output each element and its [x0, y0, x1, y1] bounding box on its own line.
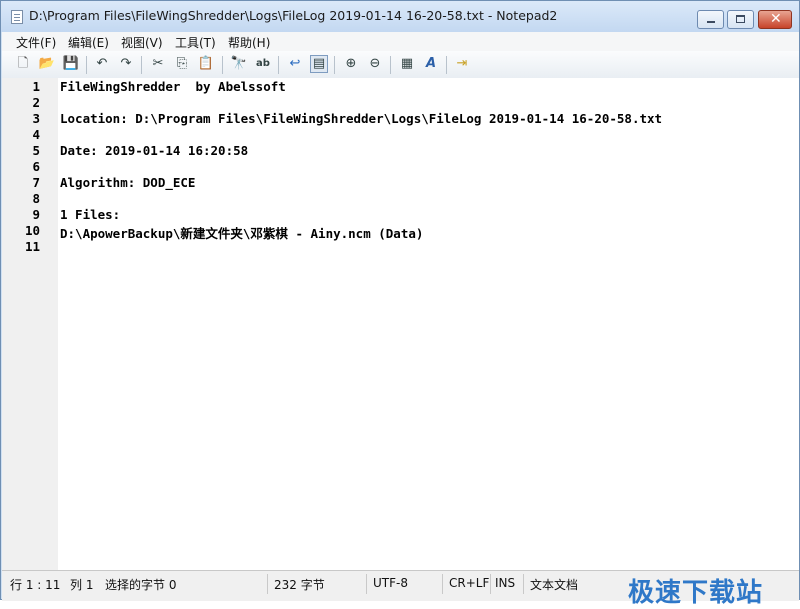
line-number: 9 [32, 207, 40, 222]
line-number: 1 [32, 79, 40, 94]
copy-icon[interactable]: ⎘ [173, 55, 191, 73]
view-options-icon[interactable]: ▤ [310, 55, 328, 73]
undo-icon[interactable]: ↶ [93, 55, 111, 73]
toolbar-separator [446, 56, 447, 74]
line-number: 5 [32, 143, 40, 158]
line-number: 6 [32, 159, 40, 174]
window-title: D:\Program Files\FileWingShredder\Logs\F… [29, 8, 558, 23]
status-separator [442, 574, 443, 594]
title-bar: D:\Program Files\FileWingShredder\Logs\F… [1, 1, 799, 32]
menu-edit[interactable]: 编辑(E) [68, 34, 109, 51]
line-number: 8 [32, 191, 40, 206]
line-text[interactable]: D:\ApowerBackup\新建文件夹\邓紫棋 - Ainy.ncm (Da… [60, 223, 423, 242]
status-separator [490, 574, 491, 594]
minimize-icon [707, 21, 715, 23]
paste-icon[interactable]: 📋 [197, 55, 215, 73]
text-editor[interactable]: 1 FileWingShredder by Abelssoft 2 3 Locati… [2, 78, 799, 570]
status-column: 列 1 [70, 578, 94, 592]
menu-view[interactable]: 视图(V) [121, 34, 163, 51]
menu-tools[interactable]: 工具(T) [175, 34, 216, 51]
cut-icon[interactable]: ✂ [149, 55, 167, 73]
toolbar-separator [141, 56, 142, 74]
line-number: 10 [24, 223, 40, 238]
menu-bar: 文件(F) 编辑(E) 视图(V) 工具(T) 帮助(H) [2, 32, 799, 51]
open-folder-icon[interactable]: 📂 [38, 55, 56, 73]
line-number: 7 [32, 175, 40, 190]
status-separator [523, 574, 524, 594]
line-text[interactable]: 1 Files: [60, 207, 120, 222]
toolbar-separator [278, 56, 279, 74]
status-encoding[interactable]: UTF-8 [373, 576, 408, 590]
maximize-button[interactable] [727, 10, 754, 29]
toolbar-separator [86, 56, 87, 74]
status-doctype[interactable]: 文本文档 [530, 576, 578, 593]
line-number: 11 [24, 239, 40, 254]
site-watermark: 极速下载站 [628, 578, 764, 608]
status-selection: 选择的字节 0 [105, 578, 177, 592]
menu-help[interactable]: 帮助(H) [228, 34, 270, 51]
toolbar-separator [334, 56, 335, 74]
font-icon[interactable]: A [422, 55, 440, 73]
find-icon[interactable]: 🔭 [230, 55, 248, 73]
status-separator [267, 574, 268, 594]
replace-icon[interactable]: ab [254, 55, 272, 73]
line-number: 4 [32, 127, 40, 142]
new-file-icon[interactable]: 🗋 [14, 55, 32, 73]
close-button[interactable]: ✕ [758, 10, 792, 29]
menu-file[interactable]: 文件(F) [16, 34, 56, 51]
minimize-button[interactable] [697, 10, 724, 29]
close-icon: ✕ [770, 11, 782, 27]
zoom-out-icon[interactable]: ⊖ [366, 55, 384, 73]
toolbar: 🗋 📂 💾 ↶ ↷ ✂ ⎘ 📋 🔭 ab ↩ ▤ ⊕ ⊖ ▦ A ⇥ [2, 51, 799, 79]
maximize-icon [736, 15, 745, 23]
status-eol[interactable]: CR+LF [449, 576, 489, 590]
status-bar: 行 1 : 11 列 1 选择的字节 0 232 字节 UTF-8 CR+LF … [2, 570, 799, 608]
exit-icon[interactable]: ⇥ [453, 55, 471, 73]
line-text[interactable]: Date: 2019-01-14 16:20:58 [60, 143, 248, 158]
save-icon[interactable]: 💾 [62, 55, 80, 73]
toolbar-separator [390, 56, 391, 74]
settings-icon[interactable]: ▦ [398, 55, 416, 73]
status-separator [366, 574, 367, 594]
line-text[interactable]: FileWingShredder by Abelssoft [60, 79, 286, 94]
status-size: 232 字节 [274, 578, 325, 592]
line-number: 2 [32, 95, 40, 110]
status-insert-mode[interactable]: INS [495, 576, 515, 590]
line-text[interactable]: Algorithm: DOD_ECE [60, 175, 195, 190]
notepad2-window: D:\Program Files\FileWingShredder\Logs\F… [0, 0, 800, 608]
line-number: 3 [32, 111, 40, 126]
word-wrap-icon[interactable]: ↩ [286, 55, 304, 73]
zoom-in-icon[interactable]: ⊕ [342, 55, 360, 73]
notepad-app-icon[interactable] [11, 10, 23, 24]
line-text[interactable]: Location: D:\Program Files\FileWingShred… [60, 111, 662, 126]
status-line-position: 行 1 : 11 [10, 578, 61, 592]
redo-icon[interactable]: ↷ [117, 55, 135, 73]
toolbar-separator [222, 56, 223, 74]
